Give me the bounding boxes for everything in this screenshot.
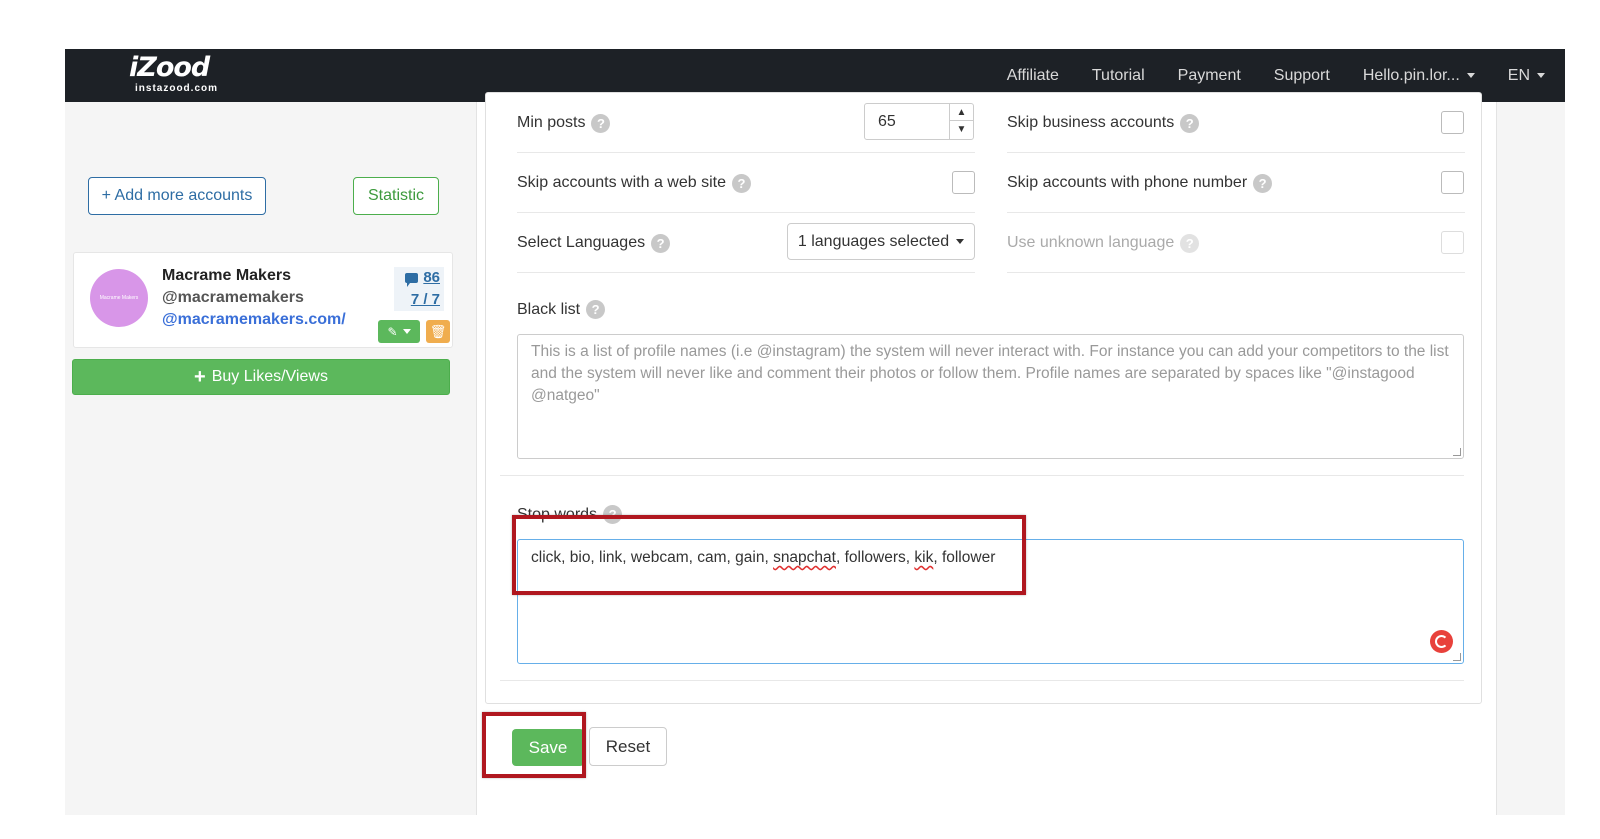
help-icon[interactable]: ? [586, 300, 606, 319]
chevron-down-icon [402, 329, 411, 334]
skip-business-label: Skip business accounts ? [1007, 93, 1200, 153]
divider [500, 475, 1464, 476]
user-menu-label: Hello.pin.lor... [1362, 66, 1460, 84]
skip-phone-label: Skip accounts with phone number ? [1007, 153, 1273, 213]
stop-words-text: Stop words [517, 505, 598, 523]
ratio-link[interactable]: 7 / 7 [394, 289, 440, 311]
stop-words-label: Stop words ? [517, 505, 623, 524]
setting-row-skip-website: Skip accounts with a web site ? [517, 153, 975, 213]
chevron-up-icon[interactable]: ▲ [950, 104, 973, 121]
account-website-link[interactable]: @macramemakers.com/ [162, 311, 346, 329]
min-posts-label: Min posts ? [517, 93, 611, 153]
resize-handle[interactable] [1453, 448, 1461, 456]
comments-count: 86 [423, 269, 440, 286]
plus-icon: + [194, 366, 206, 388]
blacklist-label: Black list ? [517, 300, 606, 319]
reset-button[interactable]: Reset [589, 727, 667, 766]
chevron-down-icon [1466, 73, 1475, 78]
logo[interactable]: iZood instazood.com [129, 53, 218, 95]
stop-words-part: click, bio, link, webcam, cam, gain, [531, 549, 774, 566]
help-icon[interactable]: ? [651, 233, 671, 253]
avatar[interactable]: Macrame Makers [90, 269, 148, 327]
logo-mark: iZood [129, 52, 210, 83]
help-icon[interactable]: ? [1180, 113, 1200, 133]
account-stats: 86 7 / 7 [394, 267, 444, 311]
comment-icon [405, 273, 419, 287]
skip-business-checkbox[interactable] [1441, 111, 1464, 134]
account-name: Macrame Makers [162, 267, 291, 284]
select-languages-label: Select Languages ? [517, 213, 671, 273]
spell-error-word[interactable]: snapchat [773, 549, 836, 566]
settings-panel: Min posts ? 65 ▲ ▼ Skip business account… [485, 92, 1482, 704]
blacklist-placeholder: This is a list of profile names (i.e @in… [531, 343, 1449, 404]
number-spinner: ▲ ▼ [949, 104, 973, 139]
setting-row-unknown-language: Use unknown language ? [1007, 213, 1465, 273]
setting-row-languages: Select Languages ? 1 languages selected [517, 213, 975, 273]
pencil-icon: ✎ [387, 324, 398, 339]
statistic-button[interactable]: Statistic [353, 177, 439, 215]
nav-tutorial[interactable]: Tutorial [1092, 67, 1145, 85]
unknown-language-label: Use unknown language ? [1007, 213, 1200, 273]
blacklist-text: Black list [517, 300, 581, 318]
edit-dropdown-button[interactable]: ✎ [378, 320, 420, 343]
grammar-checker-icon[interactable] [1430, 630, 1453, 653]
min-posts-text: Min posts [517, 114, 586, 131]
skip-phone-text: Skip accounts with phone number [1007, 174, 1248, 191]
settings-main: Min posts ? 65 ▲ ▼ Skip business account… [477, 92, 1497, 815]
stop-words-part: , follower [933, 549, 996, 566]
skip-website-text: Skip accounts with a web site [517, 174, 726, 191]
nav-affiliate[interactable]: Affiliate [1007, 67, 1059, 85]
spell-error-word[interactable]: kik [914, 549, 933, 566]
save-button[interactable]: Save [512, 729, 584, 766]
languages-value: 1 languages selected [797, 232, 950, 250]
language-menu[interactable]: EN [1508, 67, 1545, 85]
account-card: Macrame Makers Macrame Makers @macramema… [73, 252, 453, 348]
skip-website-checkbox[interactable] [952, 171, 975, 194]
divider [500, 680, 1464, 681]
language-label: EN [1507, 66, 1530, 84]
trash-icon: 🗑 [429, 323, 447, 339]
select-languages-text: Select Languages [517, 234, 646, 251]
chevron-down-icon [956, 239, 965, 244]
buy-likes-button[interactable]: + Buy Likes/Views [72, 359, 450, 395]
help-icon[interactable]: ? [591, 113, 611, 133]
help-icon[interactable]: ? [1253, 173, 1273, 193]
unknown-language-checkbox [1441, 231, 1464, 254]
skip-business-text: Skip business accounts [1007, 114, 1175, 131]
help-icon: ? [1180, 233, 1200, 253]
languages-dropdown[interactable]: 1 languages selected [787, 223, 975, 260]
delete-button[interactable]: 🗑 [426, 320, 450, 343]
blacklist-textarea[interactable]: This is a list of profile names (i.e @in… [517, 334, 1464, 459]
stop-words-part: , followers, [835, 549, 915, 566]
comments-count-link[interactable]: 86 [394, 267, 440, 289]
setting-row-skip-business: Skip business accounts ? [1007, 93, 1465, 153]
resize-handle[interactable] [1453, 653, 1461, 661]
unknown-language-text: Use unknown language [1007, 234, 1175, 251]
min-posts-value: 65 [878, 113, 896, 130]
account-handle: @macramemakers [162, 289, 304, 306]
stop-words-textarea[interactable]: click, bio, link, webcam, cam, gain, sna… [517, 539, 1464, 664]
setting-row-skip-phone: Skip accounts with phone number ? [1007, 153, 1465, 213]
buy-likes-label: Buy Likes/Views [211, 368, 328, 385]
app-window: iZood instazood.com Affiliate Tutorial P… [65, 49, 1565, 815]
skip-phone-checkbox[interactable] [1441, 171, 1464, 194]
setting-row-min-posts: Min posts ? 65 ▲ ▼ [517, 93, 975, 153]
nav-payment[interactable]: Payment [1178, 67, 1241, 85]
chevron-down-icon[interactable]: ▼ [950, 121, 973, 138]
help-icon[interactable]: ? [732, 173, 751, 193]
min-posts-input[interactable]: 65 ▲ ▼ [864, 103, 974, 140]
add-accounts-button[interactable]: + Add more accounts [88, 177, 266, 215]
skip-website-label: Skip accounts with a web site ? [517, 153, 751, 213]
sidebar: + Add more accounts Statistic Macrame Ma… [65, 102, 477, 815]
chevron-down-icon [1537, 73, 1545, 78]
nav-support[interactable]: Support [1274, 67, 1330, 85]
user-menu[interactable]: Hello.pin.lor... [1363, 67, 1475, 85]
help-icon[interactable]: ? [603, 505, 623, 524]
logo-subtitle: instazood.com [135, 83, 219, 94]
